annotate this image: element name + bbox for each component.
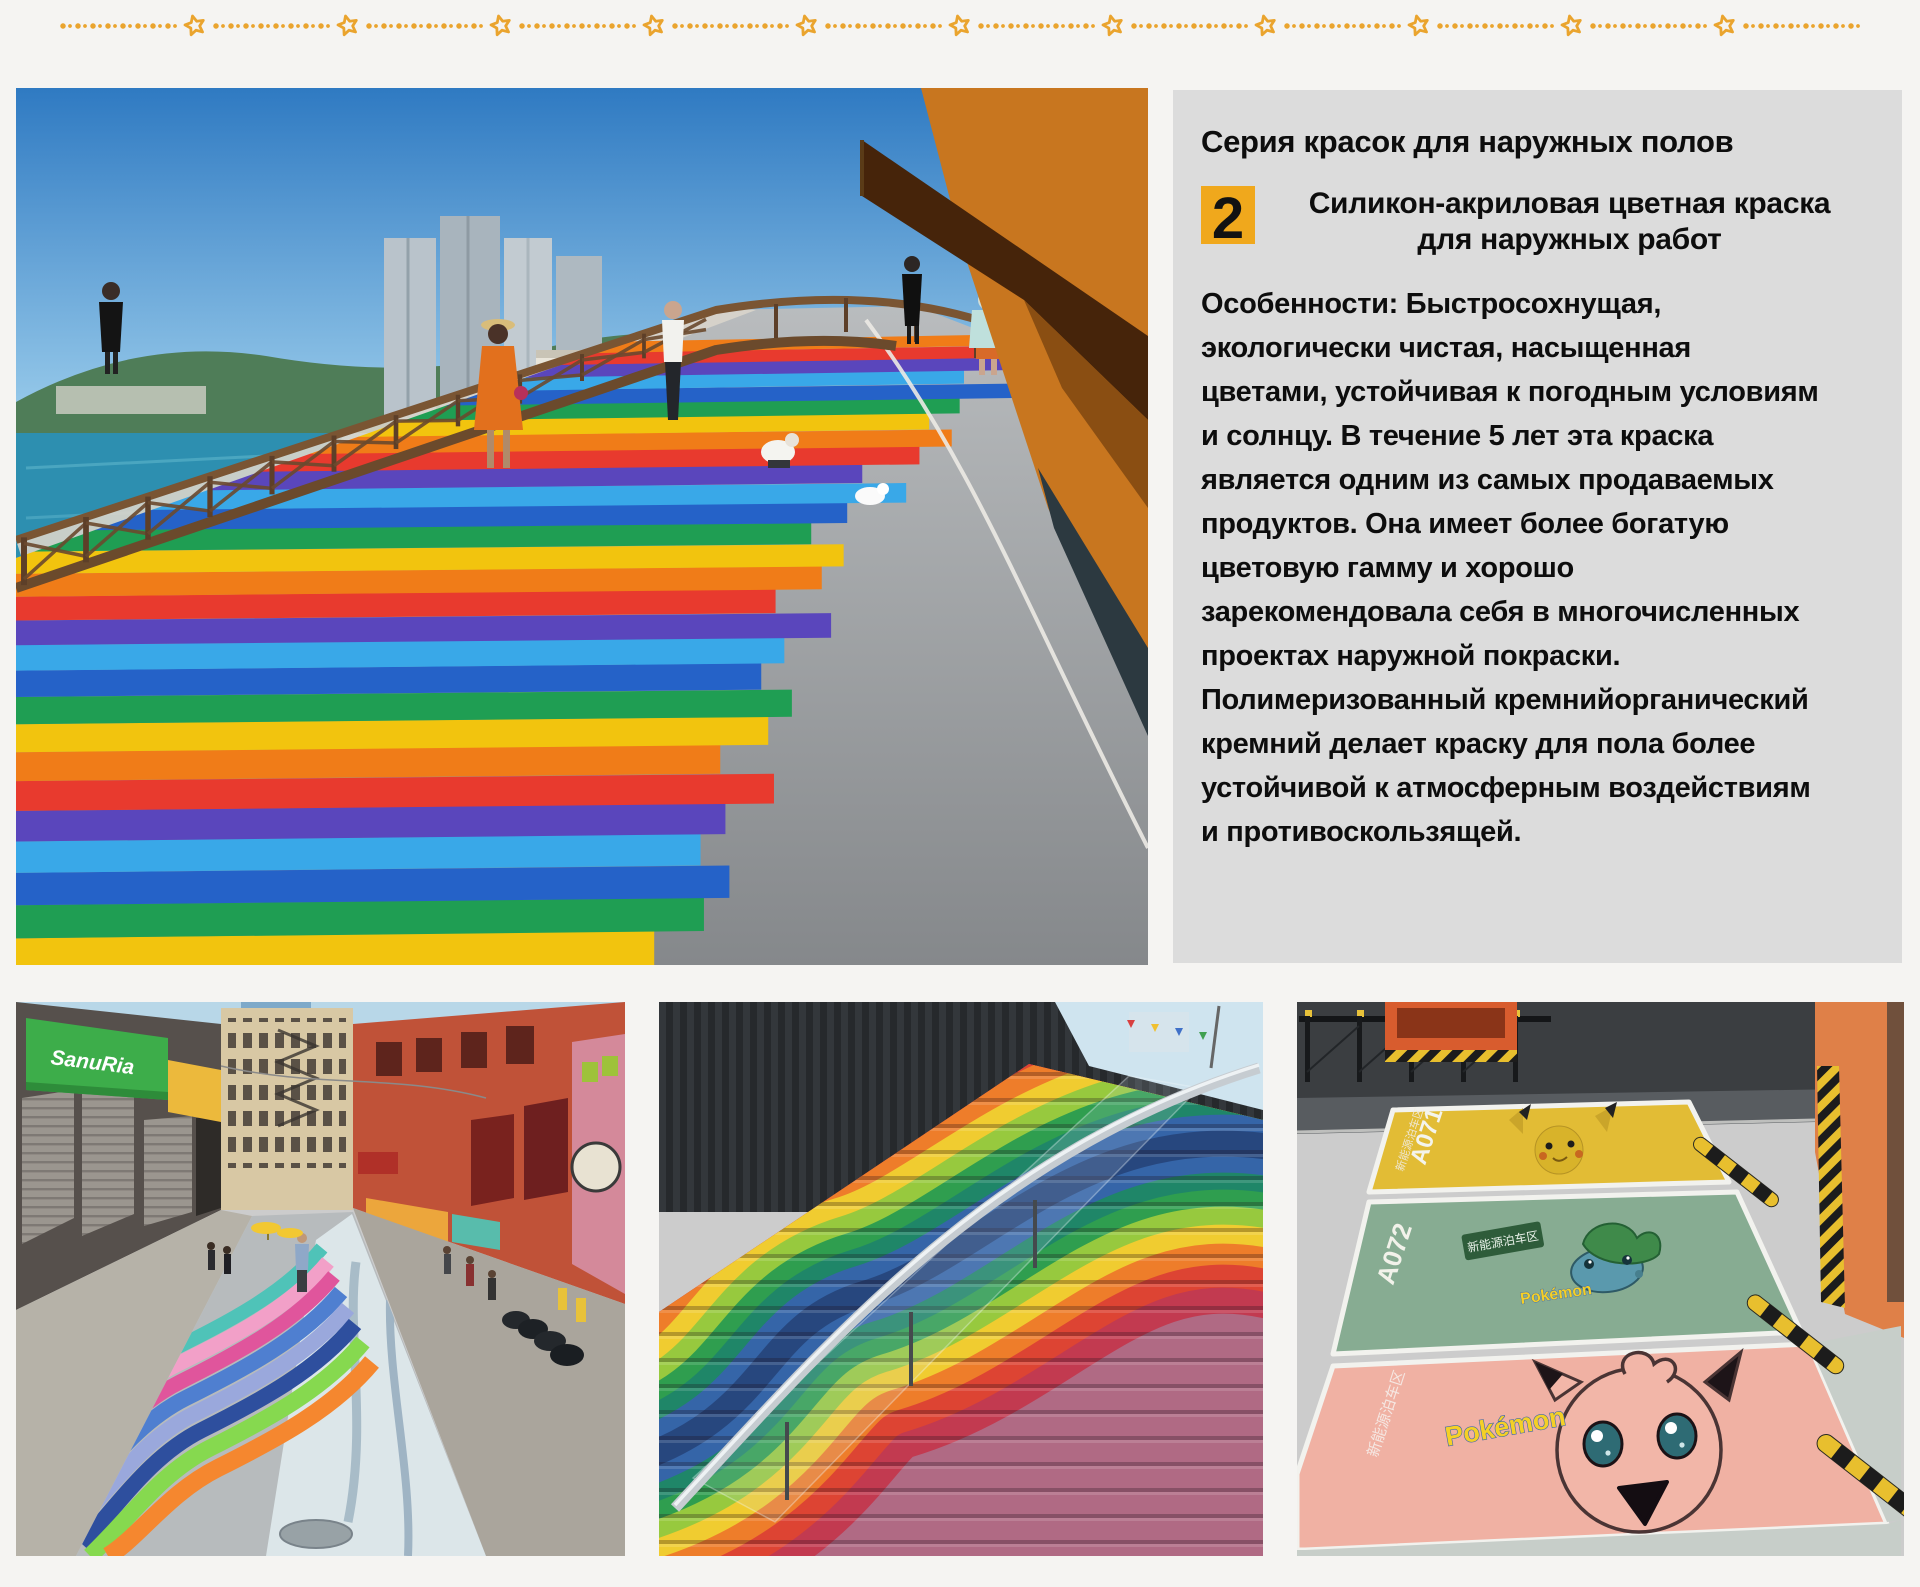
ornament-dots: [977, 20, 1096, 32]
star-icon: [1250, 10, 1282, 42]
body-line: зарекомендовала себя в многочисленных: [1201, 590, 1878, 634]
star-icon: [332, 10, 364, 42]
body-line: экологически чистая, насыщенная: [1201, 326, 1878, 370]
photo-painted-street: SanuRia: [16, 1002, 625, 1556]
panel-title: Серия красок для наружных полов: [1201, 124, 1878, 160]
pokemon-parking-illustration: A071 新能源泊车区 新能源泊车区 Pokémon A072: [1297, 1002, 1904, 1556]
ornament-dots: [671, 20, 790, 32]
star-icon: [1097, 10, 1129, 42]
painted-street-illustration: SanuRia: [16, 1002, 625, 1556]
star-icon: [791, 10, 823, 42]
ornament-dots: [212, 20, 331, 32]
panel-subtitle: Силикон-акриловая цветная краска для нар…: [1255, 186, 1878, 258]
body-line: является одним из самых продаваемых: [1201, 458, 1878, 502]
star-icon: [1556, 10, 1588, 42]
body-line: и противоскользящей.: [1201, 810, 1878, 854]
stall-green-bulbasaur: 新能源泊车区 Pokémon A072: [1333, 1192, 1801, 1354]
star-icon: [485, 10, 517, 42]
body-line: цветами, устойчивая к погодным условиям: [1201, 370, 1878, 414]
subtitle-line-1: Силикон-акриловая цветная краска: [1261, 186, 1878, 222]
orange-machine: [1385, 1002, 1517, 1062]
ornament-dots: [59, 20, 178, 32]
body-line: цветовую гамму и хорошо: [1201, 546, 1878, 590]
star-icon: [1403, 10, 1435, 42]
promo-page: Серия красок для наружных полов 2 Силико…: [0, 0, 1920, 1587]
subtitle-line-2: для наружных работ: [1261, 222, 1878, 258]
rainbow-walkway-illustration: [16, 88, 1148, 965]
ornament-divider: [55, 12, 1865, 40]
body-line: кремний делает краску для пола более: [1201, 722, 1878, 766]
stall-yellow-pikachu: A071 新能源泊车区: [1369, 1102, 1729, 1192]
body-line: Особенности: Быстросохнущая,: [1201, 282, 1878, 326]
description-panel: Серия красок для наружных полов 2 Силико…: [1173, 90, 1902, 963]
ornament-dots: [1130, 20, 1249, 32]
ornament-dots: [518, 20, 637, 32]
ornament-dots: [1283, 20, 1402, 32]
star-icon: [944, 10, 976, 42]
ornament-dots: [365, 20, 484, 32]
body-line: и солнцу. В течение 5 лет эта краска: [1201, 414, 1878, 458]
photo-rainbow-stairs: [659, 1002, 1263, 1556]
ornament-dots: [1436, 20, 1555, 32]
ornament-dots: [824, 20, 943, 32]
item-number-badge: 2: [1201, 186, 1255, 244]
main-photo-rainbow-walkway: [16, 88, 1148, 965]
body-line: проектах наружной покраски.: [1201, 634, 1878, 678]
yellow-awning: [168, 1060, 221, 1122]
body-line: продуктов. Она имеет более богатую: [1201, 502, 1878, 546]
photo-pokemon-parking: A071 新能源泊车区 新能源泊车区 Pokémon A072: [1297, 1002, 1904, 1556]
right-wall: [1815, 1002, 1904, 1338]
star-icon: [1709, 10, 1741, 42]
center-building: [221, 1008, 353, 1210]
body-line: Полимеризованный кремнийорганический: [1201, 678, 1878, 722]
stall-pink-jigglypuff: Pokémon 新能源泊车区: [1297, 1344, 1887, 1550]
panel-body: Особенности: Быстросохнущая,экологически…: [1201, 282, 1878, 854]
ornament-dots: [1742, 20, 1861, 32]
star-icon: [179, 10, 211, 42]
ornament-dots: [1589, 20, 1708, 32]
body-line: устойчивой к атмосферным воздействиям: [1201, 766, 1878, 810]
rainbow-stairs-illustration: [659, 1002, 1263, 1556]
star-icon: [638, 10, 670, 42]
